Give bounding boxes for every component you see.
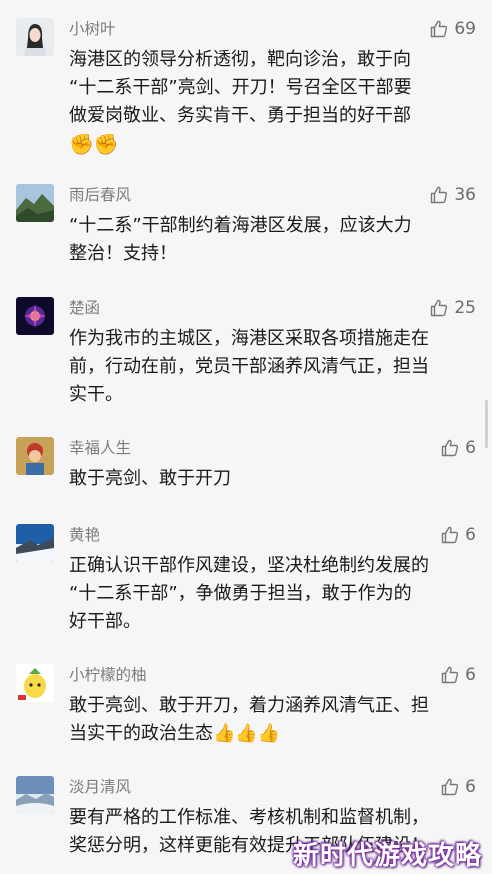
avatar[interactable] bbox=[16, 524, 54, 562]
like-button[interactable]: 25 bbox=[429, 297, 476, 319]
like-button[interactable]: 6 bbox=[440, 776, 476, 798]
nickname[interactable]: 幸福人生 bbox=[69, 437, 131, 459]
fist-emoji: ✊✊ bbox=[69, 132, 119, 156]
like-count: 36 bbox=[454, 185, 476, 205]
comment-text: 敢于亮剑、敢于开刀 bbox=[69, 465, 477, 493]
avatar[interactable] bbox=[16, 437, 54, 475]
thumbs-up-outline-icon bbox=[440, 665, 460, 685]
thumbs-up-outline-icon bbox=[429, 298, 449, 318]
comment-line: 实干。 bbox=[69, 384, 123, 405]
nickname[interactable]: 雨后春风 bbox=[69, 184, 131, 206]
comment-text: 敢于亮剑、敢于开刀，着力涵养风清气正、担 当实干的政治生态👍👍👍 bbox=[69, 692, 477, 748]
comment-line: 做爱岗敬业、务实肯干、勇于担当的好干部 bbox=[69, 105, 411, 126]
like-count: 6 bbox=[465, 438, 476, 458]
comment-line: 敢于亮剑、敢于开刀，着力涵养风清气正、担 bbox=[69, 695, 429, 716]
thumbs-up-outline-icon bbox=[429, 19, 449, 39]
like-button[interactable]: 6 bbox=[440, 664, 476, 686]
thumbs-up-outline-icon bbox=[429, 185, 449, 205]
comment-text: 正确认识干部作风建设，坚决杜绝制约发展的 “十二系干部”，争做勇于担当，敢于作为… bbox=[69, 552, 477, 636]
comment-line: 整治！支持！ bbox=[69, 243, 177, 264]
comment-line: 要有严格的工作标准、考核机制和监督机制， bbox=[69, 807, 429, 828]
comment-line: 前，行动在前，党员干部涵养风清气正，担当 bbox=[69, 356, 429, 377]
like-button[interactable]: 6 bbox=[440, 524, 476, 546]
like-count: 69 bbox=[454, 19, 476, 39]
comment-text: 海港区的领导分析透彻，靶向诊治，敢于向 “十二系干部”亮剑、开刀！号召全区干部要… bbox=[69, 46, 477, 158]
nickname[interactable]: 楚函 bbox=[69, 297, 100, 319]
comment-line: 海港区的领导分析透彻，靶向诊治，敢于向 bbox=[69, 49, 411, 70]
like-button[interactable]: 36 bbox=[429, 184, 476, 206]
like-count: 6 bbox=[465, 525, 476, 545]
nickname[interactable]: 小树叶 bbox=[69, 18, 116, 40]
avatar[interactable] bbox=[16, 776, 54, 814]
avatar[interactable] bbox=[16, 297, 54, 335]
comment-line: 敢于亮剑、敢于开刀 bbox=[69, 468, 231, 489]
comment-line: 当实干的政治生态👍👍👍 bbox=[69, 720, 477, 748]
comment-line-text: 当实干的政治生态 bbox=[69, 723, 213, 744]
watermark: 新时代游戏攻略 bbox=[292, 841, 482, 871]
comment-line: “十二系干部”，争做勇于担当，敢于作为的 bbox=[69, 583, 412, 604]
comment-line: 正确认识干部作风建设，坚决杜绝制约发展的 bbox=[69, 555, 429, 576]
comment-line: 作为我市的主城区，海港区采取各项措施走在 bbox=[69, 328, 429, 349]
thumbs-up-outline-icon bbox=[440, 525, 460, 545]
comment-text: “十二系”干部制约着海港区发展，应该大力 整治！支持！ bbox=[69, 212, 477, 268]
like-count: 25 bbox=[454, 298, 476, 318]
scrollbar[interactable] bbox=[485, 400, 488, 448]
avatar[interactable] bbox=[16, 18, 54, 56]
like-button[interactable]: 6 bbox=[440, 437, 476, 459]
nickname[interactable]: 淡月清风 bbox=[69, 776, 131, 798]
avatar[interactable] bbox=[16, 184, 54, 222]
comment-line: “十二系”干部制约着海港区发展，应该大力 bbox=[69, 215, 412, 236]
comment-line: “十二系干部”亮剑、开刀！号召全区干部要 bbox=[69, 77, 412, 98]
thumbs-up-outline-icon bbox=[440, 777, 460, 797]
thumbs-up-outline-icon bbox=[440, 438, 460, 458]
thumbs-up-emoji: 👍👍👍 bbox=[213, 723, 281, 744]
like-button[interactable]: 69 bbox=[429, 18, 476, 40]
comment-list: 小树叶 69 海港区的领导分析透彻，靶向诊治，敢于向 “十二系干部”亮剑、开刀！… bbox=[0, 0, 492, 874]
like-count: 6 bbox=[465, 777, 476, 797]
comment-line: 好干部。 bbox=[69, 611, 141, 632]
avatar[interactable] bbox=[16, 664, 54, 702]
nickname[interactable]: 小柠檬的柚 bbox=[69, 664, 147, 686]
like-count: 6 bbox=[465, 665, 476, 685]
comment-text: 作为我市的主城区，海港区采取各项措施走在 前，行动在前，党员干部涵养风清气正，担… bbox=[69, 325, 477, 409]
nickname[interactable]: 黄艳 bbox=[69, 524, 100, 546]
